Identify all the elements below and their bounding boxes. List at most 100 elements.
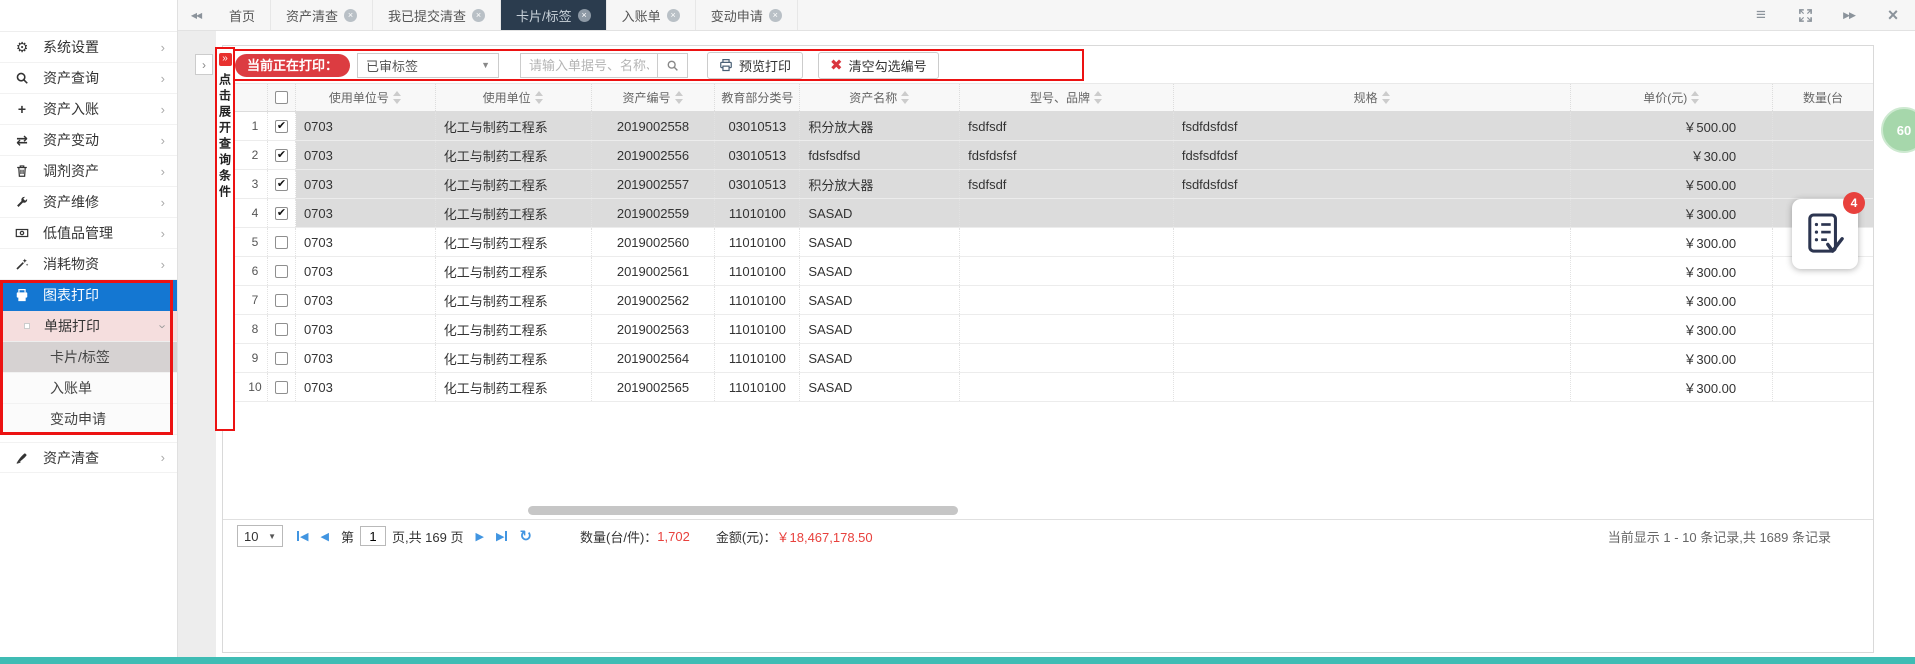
row-checkbox[interactable]: ✔	[268, 199, 296, 227]
sidebar-submenu-单据打印[interactable]: 单据打印›	[0, 311, 177, 342]
column-header-使用单位号[interactable]: 使用单位号	[296, 84, 436, 111]
page-number-input[interactable]	[360, 526, 386, 546]
cell: ￥300.00	[1571, 257, 1773, 285]
fullscreen-icon[interactable]	[1783, 0, 1827, 30]
sidebar-item-图表打印[interactable]: 图表打印	[0, 280, 177, 311]
row-checkbox[interactable]: ✔	[268, 112, 296, 140]
sidebar-item-label: 资产变动	[43, 130, 99, 150]
cell: 11010100	[715, 257, 800, 285]
row-checkbox[interactable]	[268, 257, 296, 285]
data-panel: 当前正在打印： 已审标签 ▼	[222, 45, 1874, 653]
caret-down-icon: ▼	[481, 60, 490, 70]
todo-list-widget[interactable]: 4	[1792, 199, 1858, 269]
cell	[1773, 344, 1873, 372]
row-number: 2	[243, 141, 268, 169]
green-counter-bubble[interactable]: 60	[1881, 107, 1915, 153]
row-number: 5	[243, 228, 268, 256]
row-checkbox[interactable]	[268, 373, 296, 401]
search-button[interactable]	[658, 53, 688, 78]
first-page-icon[interactable]: ◀	[297, 530, 308, 543]
tab-我已提交清查[interactable]: 我已提交清查×	[373, 0, 501, 30]
tab-close-icon[interactable]: ×	[578, 9, 591, 22]
prev-page-icon[interactable]: ◀	[320, 530, 328, 543]
sidebar-item-系统设置[interactable]: ⚙系统设置›	[0, 32, 177, 63]
cell: 2019002559	[592, 199, 716, 227]
row-number: 4	[243, 199, 268, 227]
query-expand-icon[interactable]: »	[219, 53, 232, 66]
tab-入账单[interactable]: 入账单×	[607, 0, 696, 30]
row-checkbox[interactable]	[268, 286, 296, 314]
row-checkbox[interactable]: ✔	[268, 170, 296, 198]
sidebar-item-资产入账[interactable]: +资产入账›	[0, 94, 177, 125]
tab-close-icon[interactable]: ×	[472, 9, 485, 22]
sidebar-item-消耗物资[interactable]: 消耗物资›	[0, 249, 177, 280]
clipboard-icon	[14, 450, 30, 466]
tab-label: 卡片/标签	[516, 6, 572, 25]
next-page-icon[interactable]: ▶	[475, 530, 483, 543]
tab-close-icon[interactable]: ×	[769, 9, 782, 22]
last-page-icon[interactable]: ▶	[496, 530, 507, 543]
row-checkbox[interactable]	[268, 315, 296, 343]
chevron-right-icon: ›	[161, 71, 165, 86]
tab-首页[interactable]: 首页	[214, 0, 271, 30]
select-all-checkbox[interactable]	[268, 84, 296, 111]
preview-print-button[interactable]: 预览打印	[707, 52, 803, 79]
sidebar-item-label: 资产入账	[43, 99, 99, 119]
refresh-icon[interactable]: ↻	[519, 527, 532, 545]
sidebar-item-label: 系统设置	[43, 37, 99, 57]
tab-close-icon[interactable]: ×	[344, 9, 357, 22]
panel-expander-icon[interactable]: ›	[195, 54, 213, 75]
table-row: 4✔0703化工与制药工程系201900255911010100SASAD￥30…	[223, 199, 1873, 228]
sidebar-item-低值品管理[interactable]: 低值品管理›	[0, 218, 177, 249]
table-row: 70703化工与制药工程系201900256211010100SASAD￥300…	[223, 286, 1873, 315]
row-checkbox[interactable]	[268, 344, 296, 372]
column-header-使用单位[interactable]: 使用单位	[436, 84, 592, 111]
sidebar-item-调剂资产[interactable]: 调剂资产›	[0, 156, 177, 187]
row-checkbox[interactable]: ✔	[268, 141, 296, 169]
tab-变动申请[interactable]: 变动申请×	[696, 0, 798, 30]
column-header-教育部分类号[interactable]: 教育部分类号	[715, 84, 800, 111]
sidebar-item-资产维修[interactable]: 资产维修›	[0, 187, 177, 218]
cell: 2019002556	[592, 141, 716, 169]
sidebar-item-资产清查[interactable]: 资产清查›	[0, 442, 177, 473]
close-all-icon[interactable]: ×	[1871, 0, 1915, 30]
cell: 11010100	[715, 373, 800, 401]
cell	[1174, 199, 1572, 227]
sidebar-subitem-变动申请[interactable]: 变动申请	[0, 404, 177, 435]
row-number-header	[243, 84, 268, 111]
column-header-资产名称[interactable]: 资产名称	[800, 84, 960, 111]
sidebar-item-资产查询[interactable]: 资产查询›	[0, 63, 177, 94]
page-size-select[interactable]: 10 ▼	[237, 525, 283, 547]
tab-卡片/标签[interactable]: 卡片/标签 ×	[501, 0, 607, 30]
cell: 化工与制药工程系	[436, 228, 592, 256]
forward-tabs-icon[interactable]: ▶▶	[1827, 0, 1871, 30]
sidebar-subitem-卡片/标签[interactable]: 卡片/标签	[0, 342, 177, 373]
hamburger-icon[interactable]: ≡	[1739, 0, 1783, 30]
column-header-资产编号[interactable]: 资产编号	[592, 84, 716, 111]
search-icon	[14, 70, 30, 86]
checkbox-icon: ✔	[275, 120, 288, 133]
column-header-规格[interactable]: 规格	[1174, 84, 1572, 111]
caret-down-icon: ▼	[268, 532, 276, 541]
search-input[interactable]	[520, 53, 658, 78]
horizontal-scrollbar[interactable]	[528, 506, 958, 515]
cell: 化工与制药工程系	[436, 257, 592, 285]
row-number: 1	[243, 112, 268, 140]
column-label: 规格	[1354, 89, 1378, 106]
tab-资产清查[interactable]: 资产清查×	[271, 0, 373, 30]
cell: 积分放大器	[800, 112, 960, 140]
print-type-select[interactable]: 已审标签 ▼	[357, 53, 499, 78]
column-header-数量(台[interactable]: 数量(台	[1773, 84, 1873, 111]
tab-close-icon[interactable]: ×	[667, 9, 680, 22]
sidebar-item-资产变动[interactable]: ⇄资产变动›	[0, 125, 177, 156]
checkbox-icon	[275, 91, 288, 104]
column-header-单价(元)[interactable]: 单价(元)	[1571, 84, 1773, 111]
sidebar-subitem-入账单[interactable]: 入账单	[0, 373, 177, 404]
collapse-tabs-icon[interactable]: ◀◀	[178, 0, 214, 30]
row-number: 6	[243, 257, 268, 285]
cell	[960, 257, 1174, 285]
printer-icon	[14, 287, 30, 303]
column-header-型号、品牌[interactable]: 型号、品牌	[960, 84, 1174, 111]
clear-selection-button[interactable]: ✖ 清空勾选编号	[818, 52, 939, 79]
row-checkbox[interactable]	[268, 228, 296, 256]
